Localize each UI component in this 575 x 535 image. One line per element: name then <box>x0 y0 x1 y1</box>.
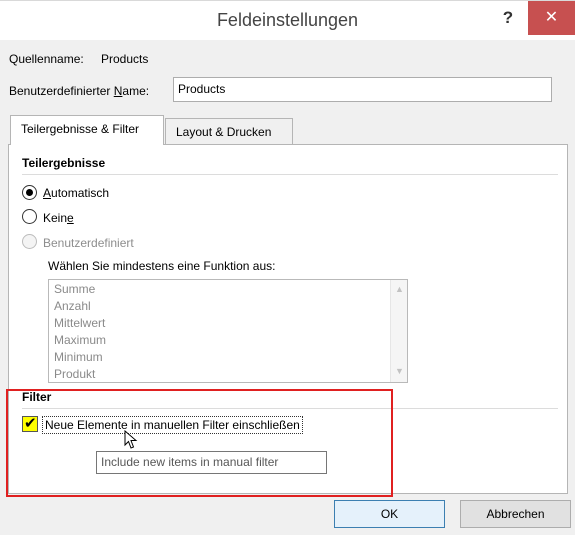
list-scrollbar[interactable]: ▲ ▼ <box>390 280 407 382</box>
radio-custom-label: Benutzerdefiniert <box>43 236 134 250</box>
close-button[interactable]: ✕ <box>528 1 575 35</box>
custom-name-input[interactable]: Products <box>173 77 552 102</box>
tab-label: Teilergebnisse & Filter <box>21 122 140 136</box>
subtotals-separator <box>22 174 558 175</box>
close-icon: ✕ <box>544 9 559 26</box>
source-name-label: Quellenname: <box>9 52 84 66</box>
cancel-button[interactable]: Abbrechen <box>460 500 571 528</box>
title-bar: Feldeinstellungen ? ✕ <box>0 0 575 40</box>
list-item[interactable]: Maximum <box>54 333 106 347</box>
list-item[interactable]: Minimum <box>54 350 103 364</box>
subtotals-section-title: Teilergebnisse <box>22 156 106 170</box>
help-button[interactable]: ? <box>494 5 522 33</box>
radio-automatic-label[interactable]: Automatisch <box>43 186 109 200</box>
list-item[interactable]: Mittelwert <box>54 316 105 330</box>
dialog-title: Feldeinstellungen <box>216 10 359 30</box>
custom-name-label: Benutzerdefinierter Name: <box>9 84 150 98</box>
list-item[interactable]: Summe <box>54 282 95 296</box>
tab-subtotals-filter[interactable]: Teilergebnisse & Filter <box>10 115 164 145</box>
radio-none[interactable] <box>22 209 37 224</box>
list-item[interactable]: Anzahl <box>54 299 91 313</box>
highlight-annotation <box>6 389 393 497</box>
scroll-down-icon[interactable]: ▼ <box>391 366 407 376</box>
tab-layout-print[interactable]: Layout & Drucken <box>165 118 293 144</box>
radio-automatic[interactable] <box>22 185 37 200</box>
radio-none-label[interactable]: Keine <box>43 211 74 225</box>
function-listbox[interactable]: Summe Anzahl Mittelwert Maximum Minimum … <box>48 279 408 383</box>
function-prompt: Wählen Sie mindestens eine Funktion aus: <box>48 259 276 273</box>
tab-label: Layout & Drucken <box>176 125 272 139</box>
list-item[interactable]: Produkt <box>54 367 95 381</box>
source-name-value: Products <box>101 52 149 66</box>
scroll-up-icon[interactable]: ▲ <box>391 284 407 294</box>
ok-button[interactable]: OK <box>334 500 445 528</box>
radio-custom[interactable] <box>22 234 37 249</box>
